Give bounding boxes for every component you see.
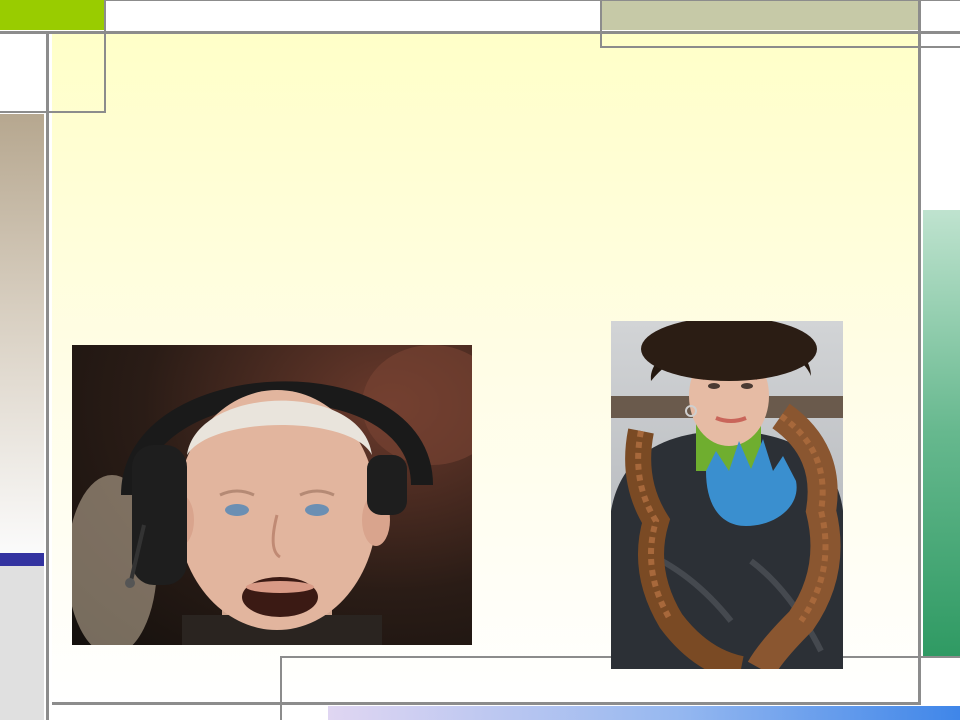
left-gradient-bar	[0, 114, 44, 554]
accent-green-block-top	[0, 0, 104, 30]
frame-line	[0, 111, 104, 113]
right-green-bar	[923, 210, 960, 656]
elderly-woman-fur-hat-photo	[611, 321, 843, 669]
frame-line	[600, 0, 602, 48]
frame-line	[0, 31, 960, 34]
elderly-man-headphones-photo	[72, 345, 472, 645]
bottom-gradient-bar	[328, 706, 960, 720]
frame-line	[280, 656, 282, 720]
frame-line	[600, 46, 960, 48]
left-grey-bar	[0, 566, 44, 720]
elderly-man-illustration	[72, 345, 472, 645]
left-blue-marker	[0, 553, 44, 566]
frame-line	[104, 0, 960, 1]
frame-line	[104, 0, 106, 113]
elderly-woman-illustration	[611, 321, 843, 669]
frame-line	[52, 702, 918, 705]
frame-line	[46, 31, 49, 720]
accent-khaki-block-top	[600, 0, 918, 30]
frame-line	[918, 0, 921, 705]
